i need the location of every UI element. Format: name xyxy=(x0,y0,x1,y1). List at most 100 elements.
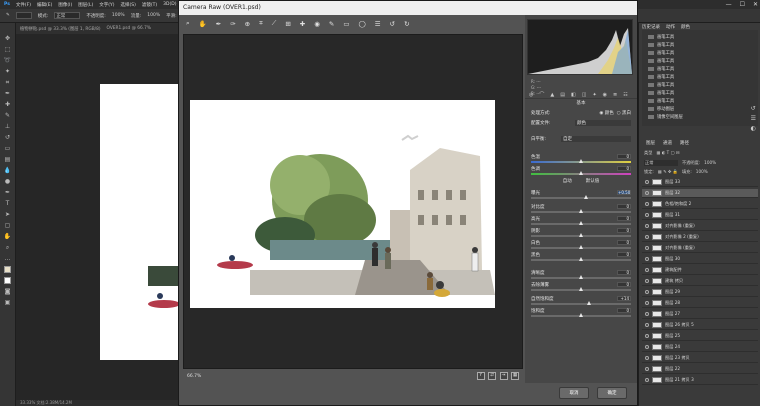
default-button[interactable]: 默认值 xyxy=(586,178,600,184)
menu-layer[interactable]: 图层(L) xyxy=(78,2,93,8)
screen-mode-icon[interactable]: ▣ xyxy=(4,299,12,306)
history-item[interactable]: 画笔工具 xyxy=(648,66,674,72)
path-select-icon[interactable]: ➤ xyxy=(4,211,12,218)
blur-tool-icon[interactable]: 💧 xyxy=(4,167,12,174)
magic-wand-icon[interactable]: ✦ xyxy=(4,68,12,75)
layer-row[interactable]: 图层 29 xyxy=(642,288,758,297)
slider-value[interactable]: +14 xyxy=(617,296,631,301)
doc-tab-1[interactable]: 植物拼贴.psd @ 33.3% (图层 1, RGB/8) xyxy=(20,26,101,32)
slider-track[interactable] xyxy=(531,171,631,175)
layer-row[interactable]: 图层 22 xyxy=(642,365,758,374)
layer-row[interactable]: 图层 24 xyxy=(642,343,758,352)
pen-tool-icon[interactable]: ✒ xyxy=(4,189,12,196)
visibility-eye-icon[interactable] xyxy=(645,323,649,327)
slider-track[interactable] xyxy=(531,275,631,279)
visibility-eye-icon[interactable] xyxy=(645,301,649,305)
slider-knob[interactable] xyxy=(587,301,591,305)
slider-value[interactable]: 0 xyxy=(617,270,631,275)
tab-basic-icon[interactable]: ◎ xyxy=(529,92,533,98)
layer-row[interactable]: 对齐影像 (重复) xyxy=(642,244,758,253)
history-item[interactable]: 画笔工具 xyxy=(648,34,674,40)
tab-hsl-icon[interactable]: ▤ xyxy=(560,92,565,98)
slider-value[interactable]: 0 xyxy=(617,282,631,287)
layer-row[interactable]: 图层 25 xyxy=(642,332,758,341)
visibility-eye-icon[interactable] xyxy=(645,213,649,217)
slider-track[interactable] xyxy=(531,209,631,213)
rotate-ccw-icon[interactable]: ↺ xyxy=(390,20,395,28)
history-item[interactable]: 画笔工具 xyxy=(648,42,674,48)
visibility-eye-icon[interactable] xyxy=(645,345,649,349)
slider-value[interactable]: 0 xyxy=(617,154,631,159)
tab-curve-icon[interactable]: ⌒ xyxy=(539,91,544,98)
layer-row[interactable]: 色相/饱和度 2 xyxy=(642,200,758,209)
mode-select[interactable]: 正常 xyxy=(54,12,81,19)
swap-icon[interactable]: ⇄ xyxy=(488,372,497,380)
slider-track[interactable] xyxy=(531,301,631,305)
eyedropper-icon[interactable]: ✒ xyxy=(4,90,12,97)
spot-removal-icon[interactable]: ✚ xyxy=(300,20,305,28)
flow-value[interactable]: 100% xyxy=(147,13,160,18)
layer-row[interactable]: 图层 27 xyxy=(642,310,758,319)
visibility-eye-icon[interactable] xyxy=(645,224,649,228)
red-eye-icon[interactable]: ◉ xyxy=(314,20,320,28)
visibility-eye-icon[interactable] xyxy=(645,191,649,195)
slider-track[interactable] xyxy=(531,257,631,261)
slider-track[interactable] xyxy=(531,313,631,317)
camera-raw-preview[interactable] xyxy=(183,34,523,369)
tab-split-icon[interactable]: ◧ xyxy=(571,92,576,98)
color-option[interactable]: ◉ 颜色 xyxy=(599,111,613,116)
layer-row[interactable]: 图层 28 xyxy=(642,299,758,308)
graduated-filter-icon[interactable]: ▭ xyxy=(343,20,349,28)
layer-row[interactable]: 建筑 拷贝 xyxy=(642,277,758,286)
layer-row[interactable]: 对齐影像 2 (重复) xyxy=(642,233,758,242)
visibility-eye-icon[interactable] xyxy=(645,334,649,338)
zoom-tool-icon[interactable]: ⌕ xyxy=(4,244,12,251)
background-color-swatch[interactable] xyxy=(4,277,11,284)
history-item[interactable]: 镜像空间图层 xyxy=(648,114,683,120)
history-item[interactable]: 画笔工具 xyxy=(648,90,674,96)
history-item[interactable]: 画笔工具 xyxy=(648,98,674,104)
visibility-eye-icon[interactable] xyxy=(645,279,649,283)
visibility-eye-icon[interactable] xyxy=(645,180,649,184)
tab-effects-icon[interactable]: ✦ xyxy=(592,92,596,98)
target-adjust-icon[interactable]: ⊕ xyxy=(245,20,250,28)
menu-edit[interactable]: 编辑(E) xyxy=(37,2,52,8)
dodge-tool-icon[interactable]: ● xyxy=(4,178,12,185)
lasso-tool-icon[interactable]: ➰ xyxy=(4,57,12,64)
layer-row[interactable]: 图层 30 xyxy=(642,255,758,264)
cancel-button[interactable]: 取消 xyxy=(559,387,589,399)
tab-snapshots-icon[interactable]: ☷ xyxy=(623,92,627,98)
history-item[interactable]: 画笔工具 xyxy=(648,82,674,88)
tab-calibration-icon[interactable]: ◉ xyxy=(603,92,607,98)
visibility-eye-icon[interactable] xyxy=(645,246,649,250)
foreground-color-swatch[interactable] xyxy=(4,266,11,273)
more-tools-icon[interactable]: … xyxy=(4,255,12,262)
layer-row[interactable]: 图层 33 xyxy=(642,178,758,187)
slider-track[interactable] xyxy=(531,221,631,225)
lock-icons[interactable]: ▦ ✎ ✥ 🔒 xyxy=(658,169,678,175)
layer-row[interactable]: 对齐影像 (重复) xyxy=(642,222,758,231)
visibility-eye-icon[interactable] xyxy=(645,290,649,294)
zoom-level[interactable]: 66.7% xyxy=(187,374,201,379)
properties-panel-icon[interactable]: ☰ xyxy=(751,114,756,124)
slider-value[interactable]: 0 xyxy=(617,166,631,171)
crop-tool-icon[interactable]: ⌗ xyxy=(4,79,12,86)
brush-tool-icon[interactable]: ✎ xyxy=(4,112,12,119)
layer-row[interactable]: 图层 21 拷贝 3 xyxy=(642,376,758,385)
slider-knob[interactable] xyxy=(579,171,583,175)
layer-row[interactable]: 图层 26 拷贝 5 xyxy=(642,321,758,330)
slider-value[interactable]: 0 xyxy=(617,216,631,221)
radial-filter-icon[interactable]: ◯ xyxy=(359,20,366,28)
gradient-icon[interactable]: ▤ xyxy=(4,156,12,163)
preview-settings-icon[interactable]: ▦ xyxy=(511,372,519,380)
slider-value[interactable]: +0.50 xyxy=(617,190,631,195)
visibility-eye-icon[interactable] xyxy=(645,312,649,316)
tab-channels[interactable]: 通道 xyxy=(663,140,672,148)
layer-row[interactable]: 图层 31 xyxy=(642,211,758,220)
slider-knob[interactable] xyxy=(579,209,583,213)
slider-value[interactable]: 0 xyxy=(617,308,631,313)
history-item[interactable]: 画笔工具 xyxy=(648,58,674,64)
straighten-icon[interactable]: ⟋ xyxy=(272,19,277,28)
blend-mode-select[interactable]: 正常 xyxy=(644,160,678,166)
menu-image[interactable]: 图像(I) xyxy=(58,2,72,8)
